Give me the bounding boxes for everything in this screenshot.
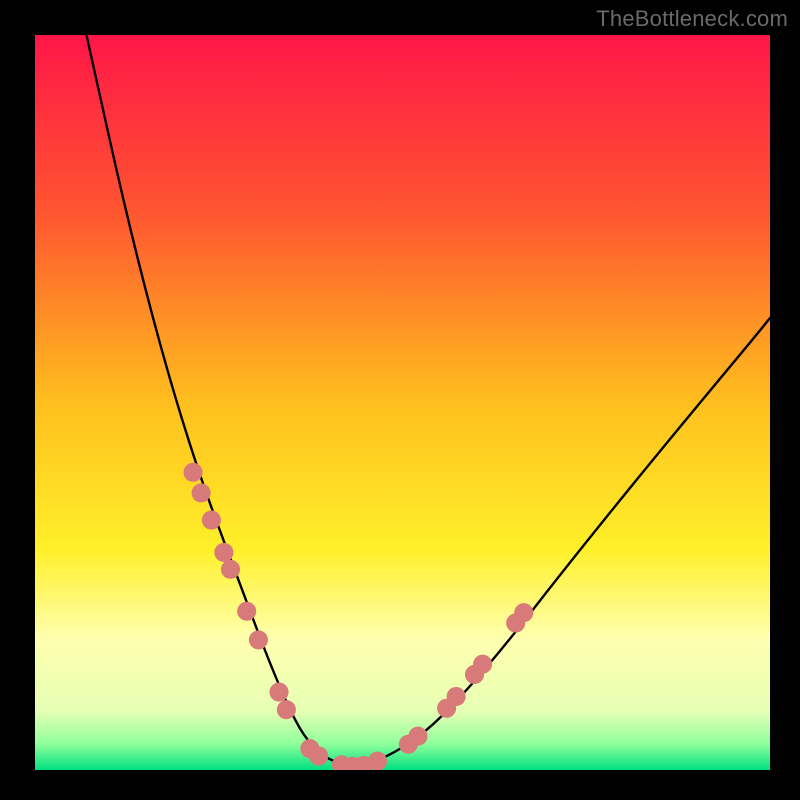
watermark: TheBottleneck.com [596,6,788,32]
curve-marker [214,543,233,562]
curve-marker [447,687,466,706]
curve-marker [192,483,211,502]
curve-marker [514,603,533,622]
curve-marker [408,727,427,746]
curve-marker [249,630,268,649]
curve-marker [237,602,256,621]
curve-marker [368,752,387,770]
curve-marker [202,511,221,530]
bottleneck-chart [35,35,770,770]
curve-marker [473,655,492,674]
gradient-background [35,35,770,770]
curve-marker [309,746,328,765]
plot-area [35,35,770,770]
curve-marker [269,683,288,702]
curve-marker [221,560,240,579]
curve-marker [183,463,202,482]
curve-marker [277,700,296,719]
